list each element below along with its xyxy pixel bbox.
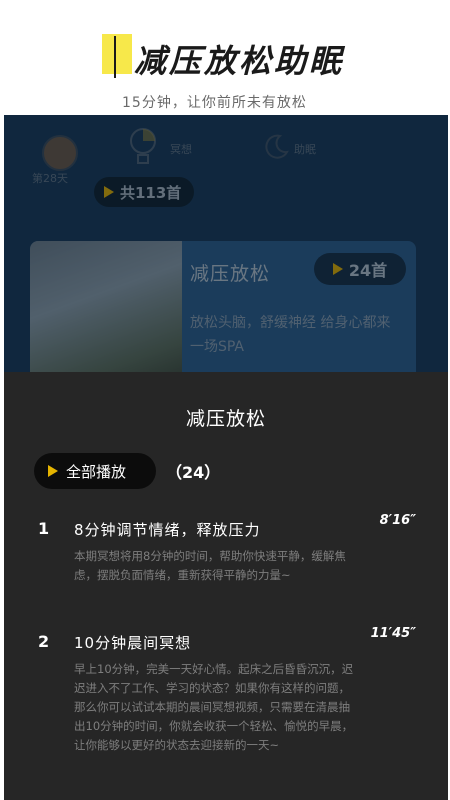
play-all-label: 全部播放 bbox=[66, 462, 127, 481]
sheet-title: 减压放松 bbox=[185, 408, 266, 430]
track-count: （24） bbox=[166, 463, 221, 482]
item-description: 早上10分钟，完美一天好心情。起床之后昏昏沉沉，迟迟进入不了工作、学习的状态？如… bbox=[74, 662, 354, 752]
item-title: 8分钟调节情绪，释放压力 bbox=[74, 521, 261, 539]
item-duration: 11′45″ bbox=[370, 626, 416, 641]
item-description: 本期冥想将用8分钟的时间，帮助你快速平静，缓解焦虑，摆脱负面情绪，重新获得平静的… bbox=[74, 549, 346, 582]
play-all-button[interactable]: 全部播放 bbox=[34, 453, 156, 489]
item-number: 1 bbox=[38, 519, 50, 538]
item-number: 2 bbox=[38, 632, 50, 651]
promo-subtitle: 15分钟，让你前所未有放松 bbox=[122, 95, 307, 111]
play-icon bbox=[48, 465, 58, 477]
promo-title: 减压放松助眠 bbox=[134, 42, 345, 80]
title-cursor-line bbox=[114, 36, 116, 78]
playlist-sheet: 减压放松 全部播放 （24） 1 8分钟调节情绪，释放压力 8′16″ 本期冥想… bbox=[4, 372, 448, 800]
item-title: 10分钟晨间冥想 bbox=[74, 634, 192, 652]
item-duration: 8′16″ bbox=[379, 513, 416, 528]
promo-header: 减压放松助眠 15分钟，让你前所未有放松 bbox=[0, 0, 450, 130]
title-highlight bbox=[102, 34, 132, 74]
